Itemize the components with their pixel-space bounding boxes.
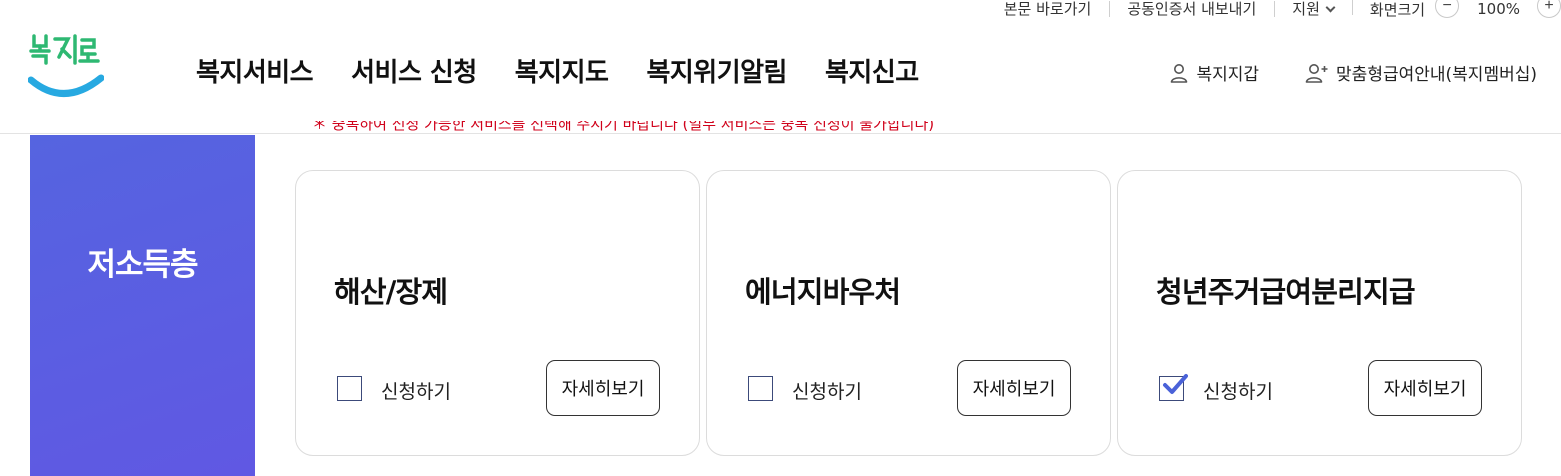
nav-item-service-application[interactable]: 서비스 신청 (351, 52, 477, 89)
skip-to-content-link[interactable]: 본문 바로가기 (986, 1, 1110, 17)
header-user-menu: 복지지갑 맞춤형급여안내(복지멤버십) (1169, 60, 1537, 85)
apply-label[interactable]: 신청하기 (792, 377, 862, 404)
zoom-control: 화면크기 − 100% + (1351, 0, 1561, 20)
zoom-in-button[interactable]: + (1537, 0, 1561, 18)
site-header: 복지서비스 서비스 신청 복지지도 복지위기알림 복지신고 복지지갑 맞춤형급여… (0, 0, 1561, 134)
service-card: 해산/장제 신청하기 자세히보기 (295, 170, 700, 456)
zoom-value: 100% (1477, 0, 1520, 18)
utility-bar: 본문 바로가기 공동인증서 내보내기 지원 화면크기 − 100% + (986, 0, 1561, 20)
checkmark-icon (1163, 374, 1188, 394)
support-dropdown[interactable]: 지원 (1274, 1, 1352, 17)
apply-label[interactable]: 신청하기 (381, 377, 451, 404)
service-title: 해산/장제 (334, 275, 448, 309)
nav-item-welfare-report[interactable]: 복지신고 (825, 52, 919, 89)
zoom-label: 화면크기 (1369, 0, 1426, 19)
apply-checkbox[interactable] (748, 376, 773, 401)
membership-link[interactable]: 맞춤형급여안내(복지멤버십) (1305, 60, 1537, 85)
logo-mark (27, 34, 105, 97)
wallet-link[interactable]: 복지지갑 (1169, 60, 1259, 85)
cert-export-link[interactable]: 공동인증서 내보내기 (1109, 1, 1274, 17)
person-plus-icon (1305, 63, 1328, 83)
nav-item-crisis-alert[interactable]: 복지위기알림 (646, 52, 787, 89)
site-logo[interactable] (27, 30, 105, 100)
person-icon (1171, 63, 1188, 83)
support-label: 지원 (1292, 0, 1320, 18)
apply-label[interactable]: 신청하기 (1203, 377, 1273, 404)
detail-button[interactable]: 자세히보기 (957, 360, 1071, 416)
detail-button[interactable]: 자세히보기 (546, 360, 660, 416)
chevron-down-icon (1325, 2, 1336, 12)
nav-item-welfare-services[interactable]: 복지서비스 (196, 52, 314, 89)
service-card: 에너지바우처 신청하기 자세히보기 (706, 170, 1111, 456)
main-navigation: 복지서비스 서비스 신청 복지지도 복지위기알림 복지신고 (196, 52, 919, 89)
notice-text: ＊ 중복하여 신청 가능한 서비스를 선택해 주시기 바랍니다 (일부 서비스는… (312, 121, 935, 133)
category-title: 저소득층 (87, 247, 198, 283)
nav-item-welfare-map[interactable]: 복지지도 (515, 52, 609, 89)
membership-label: 맞춤형급여안내(복지멤버십) (1336, 65, 1537, 85)
wallet-label: 복지지갑 (1196, 65, 1260, 85)
apply-checkbox[interactable] (337, 376, 362, 401)
zoom-out-button[interactable]: − (1435, 0, 1460, 18)
service-card: 청년주거급여분리지급 신청하기 자세히보기 (1117, 170, 1522, 456)
category-banner: 저소득층 (30, 135, 255, 476)
apply-checkbox-checked[interactable] (1159, 374, 1188, 401)
detail-button[interactable]: 자세히보기 (1368, 360, 1482, 416)
service-title: 에너지바우처 (745, 275, 901, 309)
service-title: 청년주거급여분리지급 (1156, 275, 1416, 309)
